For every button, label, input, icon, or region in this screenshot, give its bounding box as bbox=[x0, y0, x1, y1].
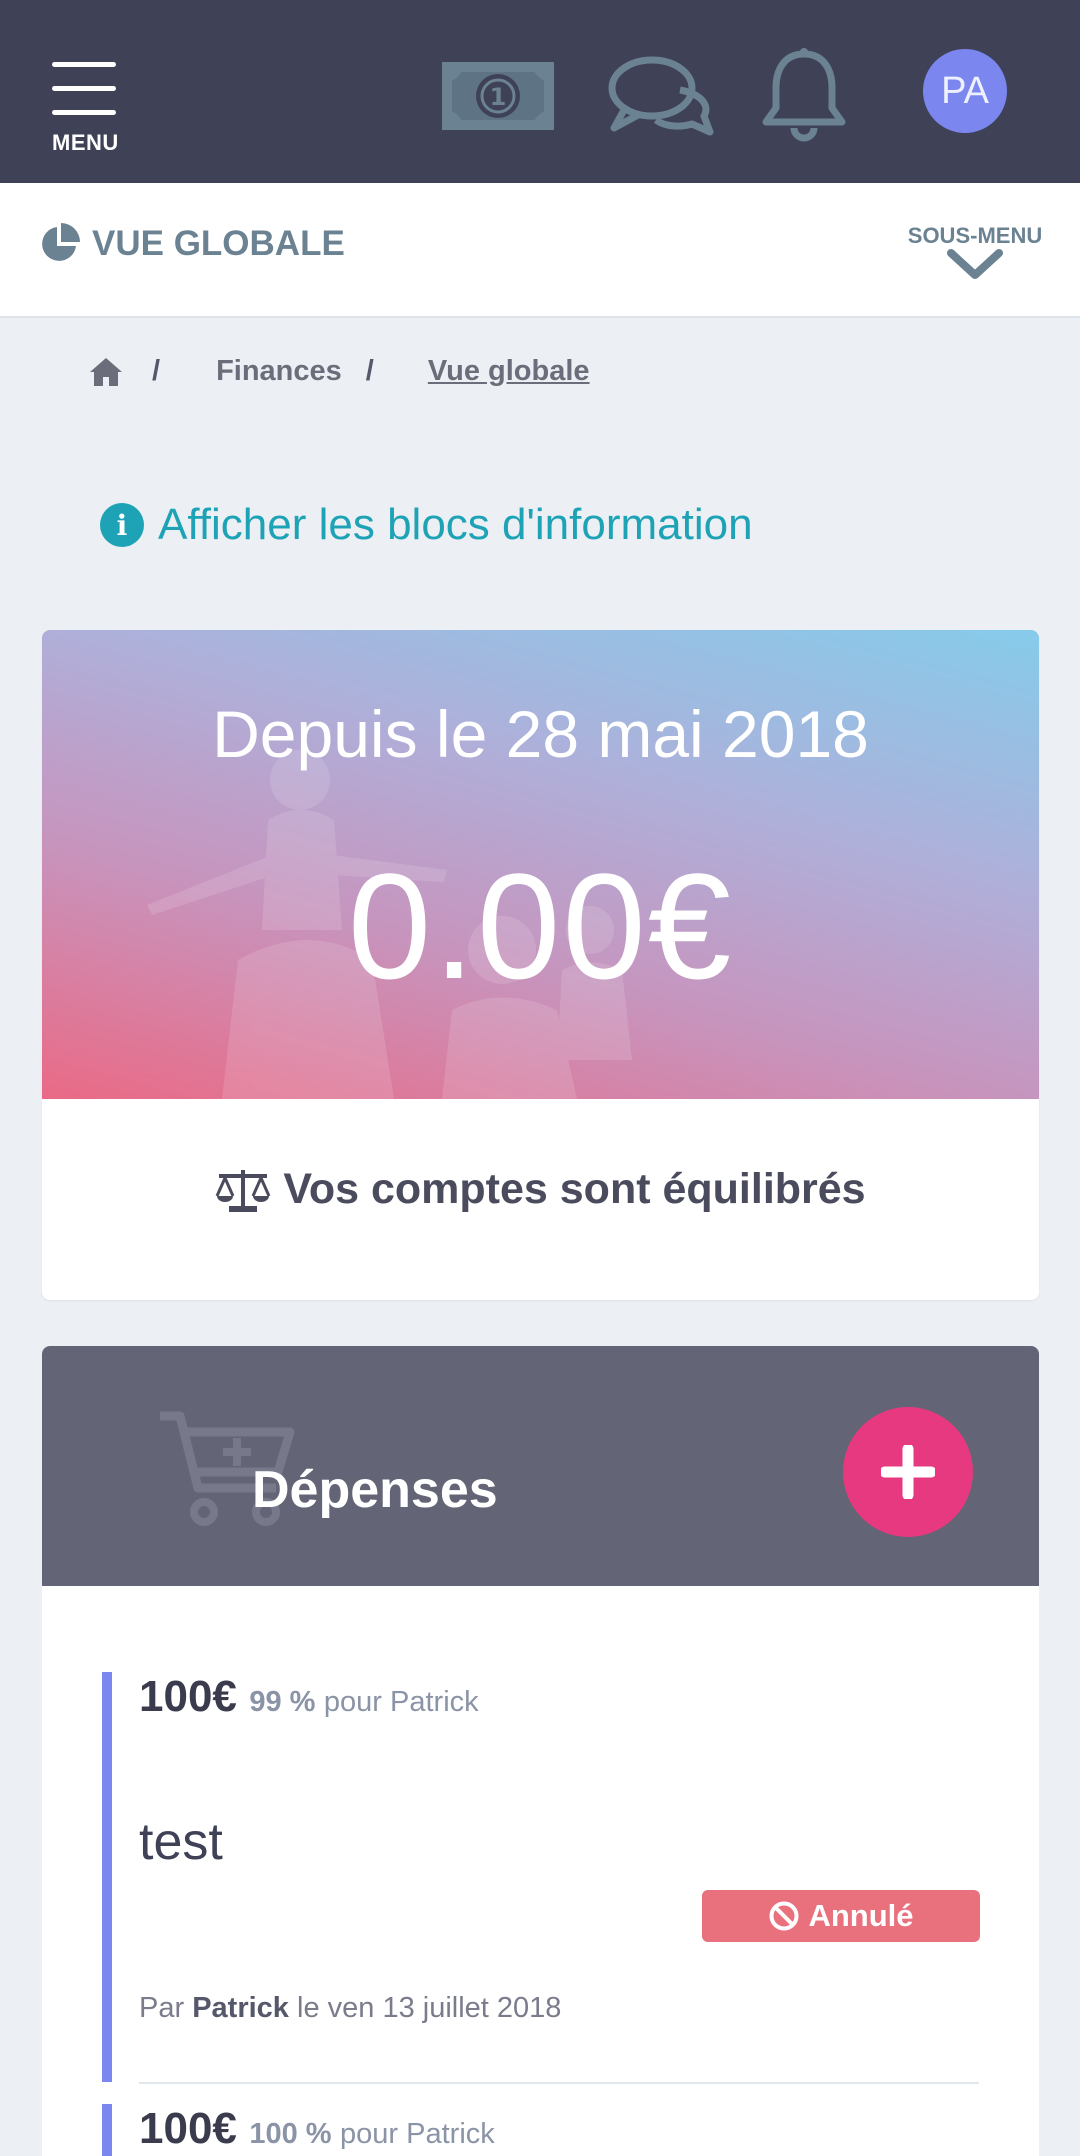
pie-chart-icon bbox=[42, 223, 80, 261]
home-icon[interactable] bbox=[88, 356, 124, 388]
menu-label: MENU bbox=[52, 130, 119, 155]
expenses-card: Dépenses 100€ 99 % pour Patrick test Ann… bbox=[42, 1346, 1039, 2156]
page-title-text: VUE GLOBALE bbox=[92, 224, 345, 263]
breadcrumb-current[interactable]: Vue globale bbox=[428, 355, 590, 388]
status-badge-label: Annulé bbox=[808, 1898, 914, 1933]
expense-divider bbox=[139, 2082, 979, 2084]
expense-beneficiary: pour Patrick bbox=[323, 1686, 479, 1718]
balance-scale-icon bbox=[216, 1169, 271, 1212]
expense-percent: 99 % bbox=[249, 1686, 316, 1718]
expense-beneficiary: pour Patrick bbox=[340, 2118, 495, 2150]
expense-author: Patrick bbox=[192, 1992, 289, 2024]
expense-item[interactable]: 100€ 99 % pour Patrick test Annulé Par P… bbox=[102, 1672, 980, 2092]
balance-status: Vos comptes sont équilibrés bbox=[42, 1099, 1039, 1300]
expense-summary: 100€ 100 % pour Patrick bbox=[139, 2104, 495, 2154]
breadcrumb-separator: / bbox=[365, 355, 374, 387]
balance-amount: 0.00€ bbox=[347, 842, 734, 1010]
expense-date: le ven 13 juillet 2018 bbox=[297, 1992, 562, 2024]
expense-accent-bar bbox=[102, 1672, 112, 2082]
expense-summary: 100€ 99 % pour Patrick bbox=[139, 1672, 479, 1722]
expense-amount: 100€ bbox=[139, 2104, 237, 2153]
bell-icon[interactable] bbox=[760, 46, 848, 142]
user-avatar[interactable]: PA bbox=[923, 49, 1007, 133]
expense-item[interactable]: 100€ 100 % pour Patrick bbox=[102, 2104, 979, 2156]
expense-name: test bbox=[139, 1813, 223, 1871]
chevron-down-icon bbox=[947, 249, 1003, 279]
money-icon[interactable]: 1 bbox=[440, 60, 556, 132]
hamburger-icon bbox=[52, 62, 118, 115]
since-date-label: Depuis le 28 mai 2018 bbox=[212, 697, 869, 771]
expenses-header: Dépenses bbox=[42, 1346, 1039, 1586]
top-bar: MENU 1 PA bbox=[0, 0, 1080, 183]
page-title: VUE GLOBALE bbox=[38, 223, 345, 265]
sub-header: VUE GLOBALE SOUS-MENU bbox=[0, 183, 1080, 318]
svg-text:1: 1 bbox=[490, 83, 507, 111]
chat-icon[interactable] bbox=[606, 54, 714, 138]
info-icon: i bbox=[100, 503, 144, 547]
expense-meta-prefix: Par bbox=[139, 1992, 185, 2024]
breadcrumb-separator: / bbox=[152, 355, 161, 387]
status-badge: Annulé bbox=[702, 1890, 980, 1942]
balance-status-text: Vos comptes sont équilibrés bbox=[283, 1165, 866, 1213]
hero-banner: Depuis le 28 mai 2018 0.00€ bbox=[42, 630, 1039, 1099]
expense-percent: 100 % bbox=[249, 2118, 332, 2150]
breadcrumb: / Finances / Vue globale bbox=[88, 355, 590, 388]
expense-meta: Par Patrick le ven 13 juillet 2018 bbox=[139, 1992, 561, 2025]
breadcrumb-finances[interactable]: Finances bbox=[216, 355, 342, 388]
plus-icon bbox=[881, 1445, 935, 1499]
expenses-title: Dépenses bbox=[252, 1461, 498, 1519]
show-info-blocks-link[interactable]: i Afficher les blocs d'information bbox=[100, 500, 753, 550]
expense-amount: 100€ bbox=[139, 1672, 237, 1721]
add-expense-button[interactable] bbox=[843, 1407, 973, 1537]
balance-card: Depuis le 28 mai 2018 0.00€ Vos comptes … bbox=[42, 630, 1039, 1300]
submenu-label: SOUS-MENU bbox=[907, 223, 1043, 248]
expense-accent-bar bbox=[102, 2104, 112, 2156]
submenu-toggle[interactable]: SOUS-MENU bbox=[900, 223, 1050, 284]
ban-icon bbox=[769, 1901, 799, 1931]
show-info-blocks-label: Afficher les blocs d'information bbox=[158, 500, 753, 549]
menu-button[interactable]: MENU bbox=[52, 62, 118, 158]
